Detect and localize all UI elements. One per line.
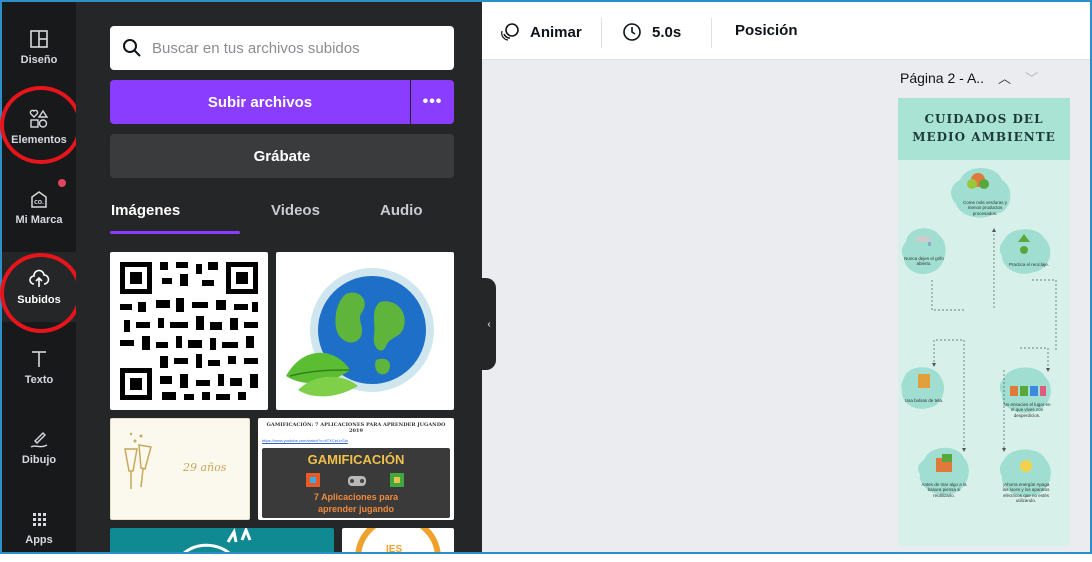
poster-tip-6: Antes de tirar algo a la basura piensa s… [921,482,967,498]
poster-tip-7: ¡Ahorra energía! Apaga las luces y los a… [1002,482,1050,504]
upload-thumb-teal[interactable] [110,528,334,552]
gamif-title: GAMIFICACIÓN [307,452,405,467]
champagne-glasses-icon [124,432,152,489]
rail-item-label: Texto [24,374,54,386]
annotation-circle-uploads [0,253,82,333]
annotation-circle-elements [0,86,82,164]
upload-thumb-globe[interactable] [276,252,454,410]
animate-button[interactable]: Animar [500,22,582,42]
tab-audio[interactable]: Audio [380,202,423,219]
qr-code-image [120,262,258,400]
game-icons [306,473,404,487]
poster-title-1: CUIDADOS DEL [924,112,1044,126]
upload-thumb-qr-code[interactable] [110,252,268,410]
ies-text: IES [386,544,403,552]
poster-tip-3: Practica el reciclaje. [1008,262,1049,267]
poster-header [898,98,1070,160]
upload-files-button[interactable]: Subir archivos [110,80,410,124]
upload-thumb-gamification[interactable]: GAMIFICACIÓN: 7 APLICACIONES PARA APREND… [258,418,454,520]
rail-item-label: Dibujo [21,454,57,466]
tab-videos[interactable]: Videos [271,202,320,219]
animate-icon [501,23,519,41]
gamif-banner: GAMIFICACIÓN 7 Aplicaciones para aprende… [262,448,450,518]
notification-dot [58,179,66,187]
gamif-subtitle-2: aprender jugando [317,504,394,514]
duration-label: 5.0s [652,23,682,41]
rail-item-label: Mi Marca [15,214,63,226]
upload-thumb-ies[interactable]: IES [342,528,454,552]
rail-item-apps[interactable]: Apps [2,492,76,562]
poster-tip-4: Usa bolsas de tela. [904,398,944,403]
top-toolbar: Animar 5.0s Posición [482,2,1090,60]
chevron-up-icon[interactable]: ︿ [998,68,1011,87]
page-label-text[interactable]: Página 2 - A.. [900,70,984,86]
rail-item-draw[interactable]: Dibujo [2,412,76,482]
chevron-down-icon[interactable]: ﹀ [1025,68,1038,87]
rail-item-design[interactable]: Diseño [2,12,76,82]
chevron-left-icon: ‹ [487,318,491,330]
gamif-subtitle-1: 7 Aplicaciones para [313,492,399,502]
search-box[interactable] [110,26,454,70]
globe-image [286,268,434,397]
rail-item-text[interactable]: Texto [2,332,76,402]
apps-grid-icon [33,513,46,526]
search-input[interactable] [152,39,432,57]
duration-button[interactable]: 5.0s [622,22,681,42]
svg-text:CO.: CO. [34,200,44,206]
animate-label: Animar [530,23,582,41]
position-button[interactable]: Posición [735,22,798,39]
poster-tip-5: No ensucies el lugar en el que vives con… [1003,402,1051,418]
clock-icon [623,23,641,41]
draw-icon [30,432,48,448]
search-icon [123,39,141,57]
poster-title-2: MEDIO AMBIENTE [912,130,1056,144]
poster-tip-2: Nunca dejes el grifo abierto. [904,256,944,267]
poster-page[interactable]: CUIDADOS DEL MEDIO AMBIENTE Come más ver… [898,98,1070,546]
rail-item-label: Diseño [20,54,58,66]
brand-kit-icon: CO. [31,191,47,208]
record-yourself-button[interactable]: Grábate [110,134,454,178]
rail-item-label: Apps [25,534,53,546]
position-label: Posición [735,22,798,39]
active-tab-indicator [110,231,240,234]
poster-tip-1: Come más verduras y menos productos proc… [962,200,1007,216]
collapse-panel-handle[interactable]: ‹ [482,278,496,370]
tab-images[interactable]: Imágenes [111,202,180,219]
gamif-link-text: https://www.youtube.com/watch?v=hTXCeLbG… [262,438,348,443]
card-years-text: 29 años [183,461,227,474]
upload-thumb-anniversary-card[interactable]: 29 años [110,418,250,520]
toolbar-divider [711,18,712,48]
text-icon [32,351,46,367]
more-options-button[interactable]: ••• [411,80,454,124]
toolbar-divider [601,18,602,48]
gamif-header-text: GAMIFICACIÓN: 7 APLICACIONES PARA APREND… [266,422,446,434]
page-title: Página 2 - A.. ︿ ﹀ [900,68,1038,87]
uploads-panel: Subir archivos ••• Grábate Imágenes Vide… [76,2,482,552]
teal-graphic [183,528,252,552]
layout-icon [30,30,48,48]
